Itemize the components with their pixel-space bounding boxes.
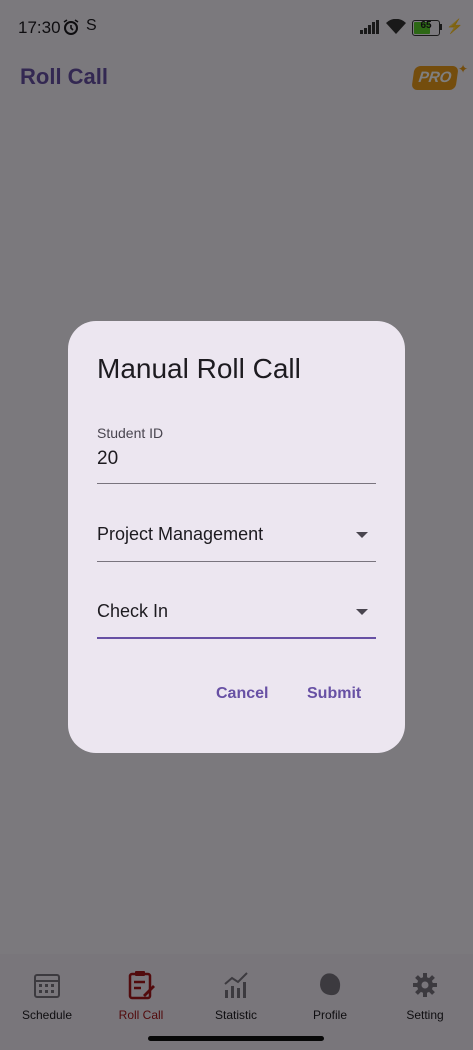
course-underline (97, 561, 376, 562)
student-id-underline (97, 483, 376, 484)
manual-roll-call-dialog: Manual Roll Call Student ID 20 Project M… (68, 321, 405, 753)
cancel-button[interactable]: Cancel (216, 685, 268, 703)
course-selected-value: Project Management (97, 524, 264, 544)
action-underline (97, 637, 376, 639)
dialog-title: Manual Roll Call (97, 353, 301, 384)
student-id-label: Student ID (97, 425, 164, 441)
dropdown-arrow-icon (356, 532, 368, 538)
submit-button[interactable]: Submit (307, 685, 361, 703)
dropdown-arrow-icon (356, 609, 368, 615)
action-selected-value: Check In (97, 601, 169, 621)
action-dropdown[interactable]: Check In (97, 589, 376, 639)
student-id-input[interactable]: 20 (97, 448, 118, 470)
course-dropdown[interactable]: Project Management (97, 512, 376, 562)
